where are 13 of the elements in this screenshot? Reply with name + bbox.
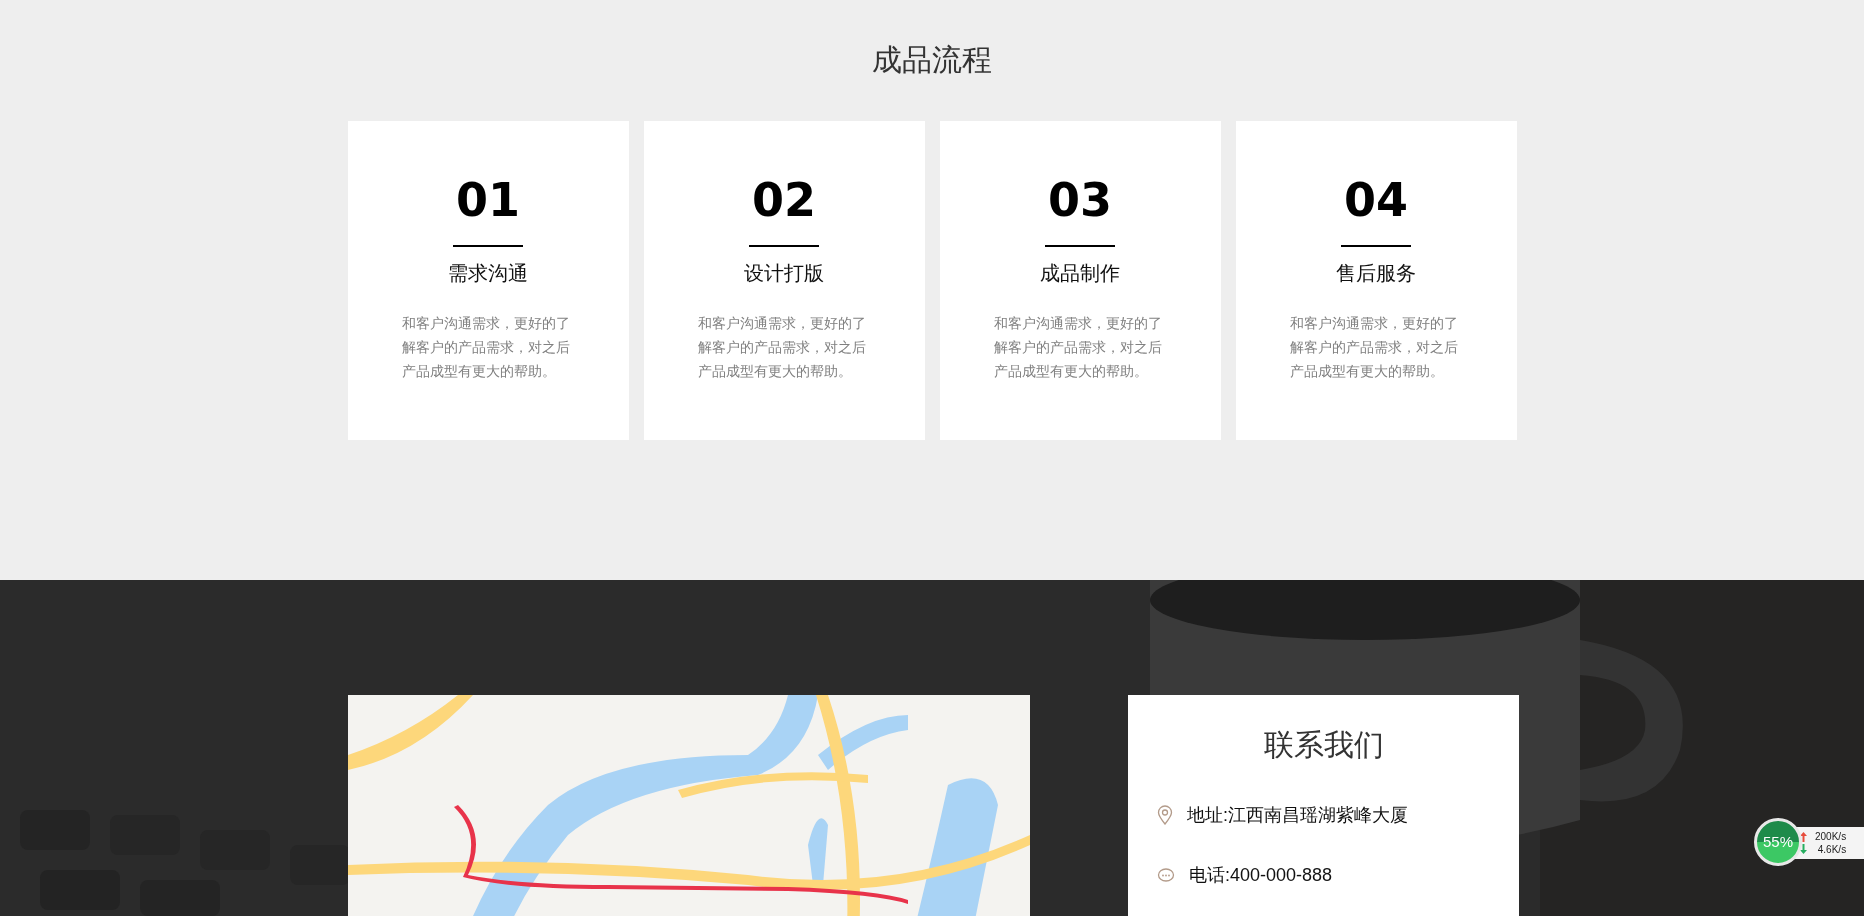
step-description: 和客户沟通需求，更好的了解客户的产品需求，对之后产品成型有更大的帮助。 xyxy=(994,314,1163,381)
step-number: 01 xyxy=(456,175,520,225)
step-title: 需求沟通 xyxy=(448,261,528,286)
step-description: 和客户沟通需求，更好的了解客户的产品需求，对之后产品成型有更大的帮助。 xyxy=(402,314,571,381)
step-title: 成品制作 xyxy=(1040,261,1120,286)
step-title: 售后服务 xyxy=(1336,261,1416,286)
step-number: 04 xyxy=(1344,175,1408,225)
step-description: 和客户沟通需求，更好的了解客户的产品需求，对之后产品成型有更大的帮助。 xyxy=(1290,314,1459,381)
section-title: 成品流程 xyxy=(872,42,992,78)
step-description: 和客户沟通需求，更好的了解客户的产品需求，对之后产品成型有更大的帮助。 xyxy=(698,314,867,381)
step-number: 02 xyxy=(752,175,816,225)
step-title: 设计打版 xyxy=(744,261,824,286)
step-number: 03 xyxy=(1048,175,1112,225)
